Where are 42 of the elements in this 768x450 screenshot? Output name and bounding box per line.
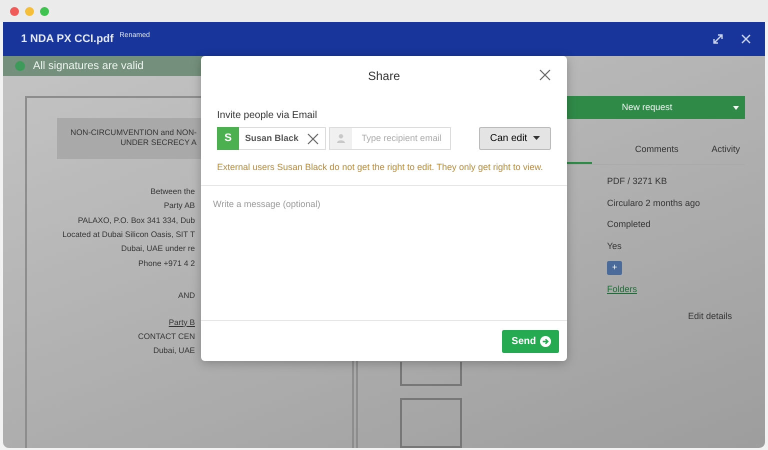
document-line: Party B	[168, 318, 195, 328]
file-name: 1 NDA PX CCI.pdf	[21, 32, 114, 47]
arrow-circle-icon[interactable]	[540, 336, 551, 346]
caret-button[interactable]	[727, 96, 745, 119]
recipient-name: Susan Black	[244, 132, 300, 145]
close-icon[interactable]	[741, 34, 751, 44]
status-text: All signatures are valid	[33, 58, 144, 74]
tab[interactable]: Activity	[712, 143, 740, 164]
edit-details-button[interactable]: Edit details	[688, 310, 732, 324]
person-icon	[330, 128, 352, 149]
document-line: Party AB	[162, 201, 195, 212]
close-button[interactable]	[539, 69, 553, 83]
document-line: CONTACT CEN	[136, 332, 195, 342]
invite-label: Invite people via Email	[217, 109, 318, 123]
message-field[interactable]: Write a message (optional)	[201, 186, 567, 320]
detail-value: Circularo 2 months ago	[607, 196, 700, 210]
recipient-chip[interactable]: S Susan Black	[217, 127, 326, 150]
avatar-initial: S	[217, 127, 239, 150]
document-line: Phone +971 4 2	[137, 258, 195, 270]
check-circle-icon	[15, 61, 25, 71]
document-title: NON-CIRCUMVENTION and NON-	[69, 128, 197, 138]
send-button[interactable]: Send	[502, 330, 559, 352]
new-request-button[interactable]: New request	[567, 96, 727, 119]
detail-value: Yes	[607, 240, 622, 252]
expand-icon[interactable]	[713, 34, 723, 44]
detail-value: PDF / 3271 KB	[607, 175, 668, 188]
document-line: Dubai, UAE under re	[120, 244, 195, 255]
tag-chip[interactable]: +	[607, 261, 622, 274]
document-title: UNDER SECRECY A	[119, 138, 197, 149]
document-line: Located at Dubai Silicon Oasis, SIT T	[61, 230, 195, 240]
permission-dropdown[interactable]: Can edit	[478, 127, 551, 150]
tab[interactable]: Comments	[635, 143, 679, 164]
email-input-field[interactable]: Type recipient email	[328, 127, 451, 150]
detail-value: Completed	[607, 218, 651, 231]
warning-text: External users Susan Black do not get the right to edit. They only get right to view.	[217, 161, 544, 174]
document-line: PALAXO, P.O. Box 341 334, Dub	[76, 216, 195, 226]
dialog-title: Share	[368, 68, 400, 85]
document-line: Between the	[150, 186, 195, 198]
caret-icon[interactable]	[533, 136, 540, 140]
page-thumbnail[interactable]	[400, 398, 462, 448]
document-line: Dubai, UAE	[152, 346, 195, 357]
document-line: AND	[177, 291, 195, 302]
